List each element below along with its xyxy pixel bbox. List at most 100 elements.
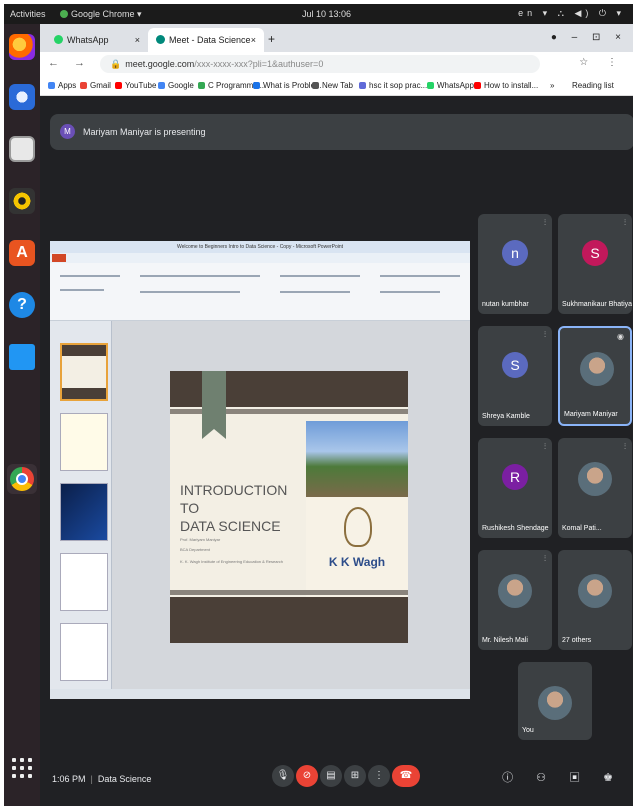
thunderbird-icon[interactable] <box>9 84 35 110</box>
participant-tile[interactable]: S ⫶ Shreya Kamble <box>478 326 552 426</box>
bookmark-icon <box>253 82 260 89</box>
chrome-dock-slot[interactable] <box>7 464 37 494</box>
speaking-indicator-icon: ◉ <box>617 332 624 341</box>
system-clock[interactable]: Jul 10 13:06 <box>302 9 351 19</box>
bookmark-item[interactable]: Gmail <box>80 81 111 90</box>
tab-label: Meet - Data Science <box>169 35 251 45</box>
chrome-icon <box>10 467 34 491</box>
slide-thumb <box>60 413 108 471</box>
participant-tile[interactable]: ⫶ Mr. Nilesh Mali <box>478 550 552 650</box>
college-logo: K K Wagh <box>306 497 408 597</box>
close-tab-icon[interactable]: × <box>251 35 256 45</box>
participant-name: Shreya Kamble <box>482 413 530 420</box>
more-options-button[interactable]: ⋮ <box>368 765 390 787</box>
bookmark-icon <box>312 82 319 89</box>
mic-button[interactable]: 🎙 <box>272 765 294 787</box>
participant-tile[interactable]: R ⫶ Rushikesh Shendage <box>478 438 552 538</box>
participant-tile[interactable]: ◉ Mariyam Maniyar <box>558 326 632 426</box>
activities-button[interactable]: Activities <box>10 9 46 19</box>
system-top-bar: Activities Google Chrome ▾ Jul 10 13:06 … <box>4 4 633 24</box>
files-icon[interactable] <box>9 136 35 162</box>
participant-tile[interactable]: n ⫶ nutan kumbhar <box>478 214 552 314</box>
reading-list-button[interactable]: Reading list <box>572 81 614 90</box>
meet-icon <box>156 35 165 44</box>
slide-footer-band <box>170 597 408 643</box>
new-tab-button[interactable]: + <box>268 32 275 46</box>
slide-presenter: Prof. Mariyam Maniyar <box>180 537 221 542</box>
meet-side-actions[interactable]: ⓘ ⚇ ▣ ♚ <box>502 769 623 785</box>
bookmark-item[interactable]: Google <box>158 81 194 90</box>
app-menu[interactable]: Google Chrome ▾ <box>60 9 142 20</box>
participant-tile[interactable]: 27 others <box>558 550 632 650</box>
camera-off-button[interactable]: ⊘ <box>296 765 318 787</box>
participant-name: Rushikesh Shendage <box>482 525 549 532</box>
participant-avatar: S <box>582 240 608 266</box>
window-controls[interactable]: ● ‒ ⊡ × <box>551 32 627 43</box>
rhythmbox-icon[interactable] <box>9 188 35 214</box>
shared-screen[interactable]: Welcome to Beginners Intro to Data Scien… <box>50 241 470 699</box>
slide-thumbnails <box>50 321 112 689</box>
meeting-details[interactable]: 1:06 PM | Data Science <box>52 774 151 784</box>
slide-institute: K. K. Wagh Institute of Engineering Educ… <box>180 559 284 564</box>
slide-title-line: DATA SCIENCE <box>180 518 281 534</box>
meet-stage: M Mariyam Maniyar is presenting Welcome … <box>40 96 633 806</box>
bookmark-item[interactable]: WhatsApp <box>427 81 474 90</box>
bookmark-label: New Tab <box>322 81 353 90</box>
participant-tile[interactable]: ⫶ Komal Pati... <box>558 438 632 538</box>
show-applications-icon[interactable] <box>12 758 32 778</box>
participant-tile[interactable]: You <box>518 662 592 740</box>
mic-muted-icon: ⫶ <box>624 218 626 227</box>
participant-avatar: n <box>502 240 528 266</box>
bookmark-item[interactable]: YouTube <box>115 81 156 90</box>
slide-edit-area: INTRODUCTION TO DATA SCIENCE Prof. Mariy… <box>112 321 470 689</box>
close-tab-icon[interactable]: × <box>135 35 140 45</box>
bookmark-icon <box>48 82 55 89</box>
bookmark-icon <box>359 82 366 89</box>
firefox-icon[interactable] <box>9 34 35 60</box>
tab-meet[interactable]: Meet - Data Science × <box>148 28 264 52</box>
presenting-banner: M Mariyam Maniyar is presenting <box>50 114 633 150</box>
bookmark-item[interactable]: Apps <box>48 81 76 90</box>
mic-muted-icon: ⫶ <box>544 442 546 451</box>
college-emblem-icon <box>344 507 372 547</box>
slide-thumb <box>60 343 108 401</box>
participant-video <box>578 462 612 496</box>
campus-photo <box>306 421 408 497</box>
screen-frame: Activities Google Chrome ▾ Jul 10 13:06 … <box>4 4 633 806</box>
participant-name: Mariyam Maniyar <box>564 411 618 418</box>
system-tray[interactable]: en ▾ ⛬ ◀) ⏻ ▾ <box>518 8 625 19</box>
help-icon[interactable]: ? <box>9 292 35 318</box>
bookmark-item[interactable]: How to install... <box>474 81 538 90</box>
leave-call-button[interactable]: ☎ <box>392 765 420 787</box>
tab-label: WhatsApp <box>67 35 109 45</box>
powerpoint-ribbon-tabs <box>50 253 470 263</box>
toolbar-actions[interactable]: ☆ ⋮ <box>579 57 625 68</box>
app-center-icon[interactable]: A <box>9 240 35 266</box>
bookmark-item[interactable]: hsc it sop prac... <box>359 81 427 90</box>
tab-strip: WhatsApp × Meet - Data Science × + ● ‒ ⊡… <box>40 24 633 52</box>
participant-name: Sukhmanikaur Bhatiya <box>562 301 632 308</box>
powerpoint-ribbon <box>50 263 470 321</box>
tab-whatsapp[interactable]: WhatsApp × <box>46 28 148 52</box>
writer-icon[interactable] <box>9 344 35 370</box>
captions-button[interactable]: ▤ <box>320 765 342 787</box>
bookmarks-overflow-button[interactable]: » <box>550 81 554 90</box>
bookmarks-bar: Apps Gmail YouTube Google C Programmin... Wha… <box>40 76 633 96</box>
powerpoint-status-bar <box>50 689 470 699</box>
slide-thumb <box>60 483 108 541</box>
mic-muted-icon: ⫶ <box>544 554 546 563</box>
meeting-separator: | <box>90 774 93 784</box>
participant-video <box>578 574 612 608</box>
slide-thumb <box>60 553 108 611</box>
slide-department: BCA Department <box>180 547 211 552</box>
lock-icon: 🔒 <box>110 59 122 69</box>
present-button[interactable]: ⊞ <box>344 765 366 787</box>
file-tab <box>52 254 66 262</box>
participant-video <box>538 686 572 720</box>
bookmark-label: Apps <box>58 81 77 90</box>
participant-tile[interactable]: S ⫶ Sukhmanikaur Bhatiya <box>558 214 632 314</box>
address-bar[interactable]: 🔒 meet.google.com/xxx-xxxx-xxx?pli=1&auth… <box>100 55 540 73</box>
bookmark-label: YouTube <box>125 81 157 90</box>
bookmark-label: How to install... <box>484 81 539 90</box>
bookmark-item[interactable]: New Tab <box>312 81 353 90</box>
